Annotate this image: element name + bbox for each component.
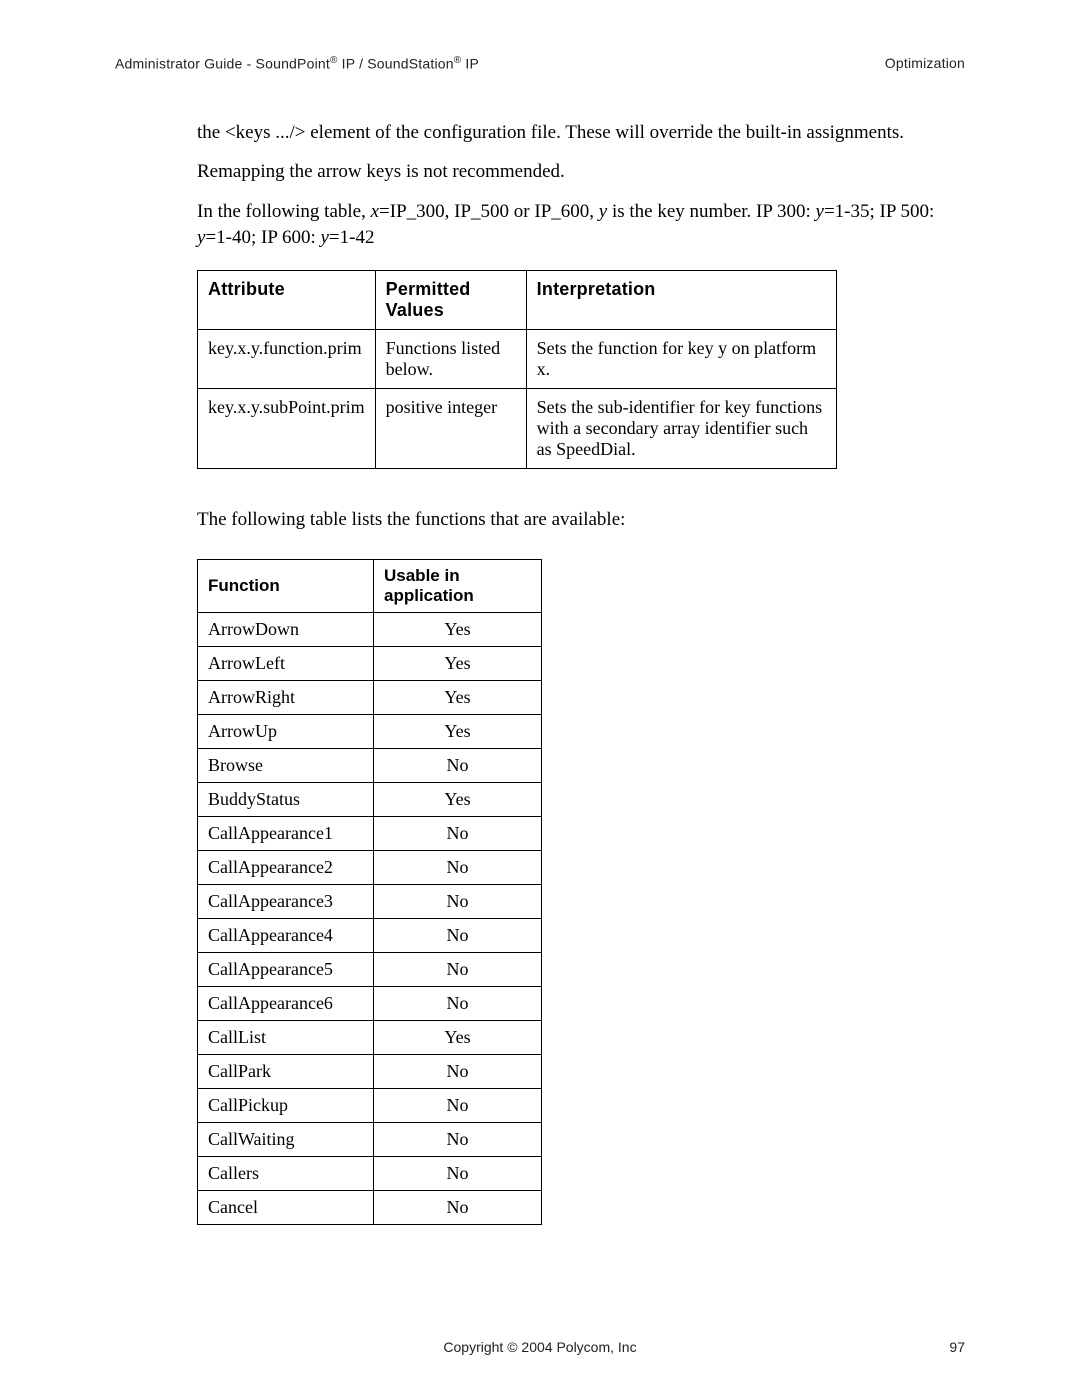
cell-function: CallAppearance3 [198,885,374,919]
cell-usable: Yes [374,681,542,715]
cell-function: CallWaiting [198,1123,374,1157]
cell-function: CallAppearance6 [198,987,374,1021]
paragraph: The following table lists the functions … [197,509,965,531]
function-table: Function Usable in application ArrowDown… [197,559,542,1225]
cell-usable: Yes [374,1021,542,1055]
cell-usable: No [374,953,542,987]
cell-usable: Yes [374,647,542,681]
col-interpretation: Interpretation [526,271,836,330]
table-row: key.x.y.function.primFunctions listed be… [198,330,837,389]
cell-usable: Yes [374,715,542,749]
col-permitted-values: Permitted Values [375,271,526,330]
cell-usable: No [374,749,542,783]
paragraph: the <keys .../> element of the configura… [197,120,965,146]
text-run: is the key number. IP 300: [607,201,815,222]
cell-usable: No [374,1157,542,1191]
page-header: Administrator Guide - SoundPoint® IP / S… [115,55,965,72]
cell-usable: No [374,919,542,953]
cell-function: CallAppearance5 [198,953,374,987]
cell-function: Callers [198,1157,374,1191]
cell-usable: No [374,885,542,919]
cell-function: CallPickup [198,1089,374,1123]
cell-function: CallAppearance4 [198,919,374,953]
page: Administrator Guide - SoundPoint® IP / S… [0,0,1080,1397]
cell-function: ArrowDown [198,613,374,647]
cell-attribute: key.x.y.subPoint.prim [198,389,376,469]
cell-permitted-values: Functions listed below. [375,330,526,389]
cell-function: Cancel [198,1191,374,1225]
cell-function: ArrowLeft [198,647,374,681]
text-run: =1-40; IP 600: [205,227,320,248]
table-row: CallAppearance6No [198,987,542,1021]
col-function: Function [198,560,374,613]
table-row: CallListYes [198,1021,542,1055]
cell-usable: No [374,1055,542,1089]
cell-function: CallPark [198,1055,374,1089]
header-right: Optimization [885,55,965,72]
header-left: Administrator Guide - SoundPoint® IP / S… [115,55,479,72]
cell-usable: No [374,851,542,885]
variable-y: y [599,201,607,222]
col-usable: Usable in application [374,560,542,613]
attribute-table: Attribute Permitted Values Interpretatio… [197,270,837,469]
cell-function: BuddyStatus [198,783,374,817]
table-row: CancelNo [198,1191,542,1225]
table-row: CallWaitingNo [198,1123,542,1157]
cell-usable: Yes [374,783,542,817]
table-row: CallAppearance2No [198,851,542,885]
cell-usable: No [374,1123,542,1157]
header-left-prefix: Administrator Guide - SoundPoint [115,56,330,72]
text-run: =1-35; IP 500: [824,201,934,222]
table-row: ArrowRightYes [198,681,542,715]
cell-permitted-values: positive integer [375,389,526,469]
body-text: the <keys .../> element of the configura… [197,120,965,251]
variable-x: x [371,201,379,222]
table-header-row: Attribute Permitted Values Interpretatio… [198,271,837,330]
table-row: CallPickupNo [198,1089,542,1123]
header-left-suffix: IP [461,56,479,72]
table-row: CallAppearance4No [198,919,542,953]
table-row: CallAppearance5No [198,953,542,987]
cell-function: CallList [198,1021,374,1055]
cell-usable: No [374,817,542,851]
cell-function: ArrowRight [198,681,374,715]
cell-attribute: key.x.y.function.prim [198,330,376,389]
text-run: =1-42 [329,227,375,248]
footer-copyright: Copyright © 2004 Polycom, Inc [0,1339,1080,1355]
cell-usable: Yes [374,613,542,647]
table-row: CallAppearance1No [198,817,542,851]
variable-y: y [816,201,824,222]
cell-interpretation: Sets the function for key y on platform … [526,330,836,389]
header-left-mid: IP / SoundStation [338,56,454,72]
text-run: In the following table, [197,201,371,222]
table-row: ArrowUpYes [198,715,542,749]
col-attribute: Attribute [198,271,376,330]
table-row: CallersNo [198,1157,542,1191]
paragraph: In the following table, x=IP_300, IP_500… [197,199,965,250]
cell-function: ArrowUp [198,715,374,749]
page-number: 97 [949,1339,965,1355]
table-row: CallAppearance3No [198,885,542,919]
table-row: ArrowDownYes [198,613,542,647]
text-run: =IP_300, IP_500 or IP_600, [379,201,599,222]
cell-usable: No [374,1191,542,1225]
cell-interpretation: Sets the sub-identifier for key function… [526,389,836,469]
table-row: ArrowLeftYes [198,647,542,681]
table-row: CallParkNo [198,1055,542,1089]
table-row: BuddyStatusYes [198,783,542,817]
cell-function: Browse [198,749,374,783]
table-row: BrowseNo [198,749,542,783]
paragraph: Remapping the arrow keys is not recommen… [197,159,965,185]
cell-function: CallAppearance2 [198,851,374,885]
cell-usable: No [374,1089,542,1123]
table-row: key.x.y.subPoint.primpositive integerSet… [198,389,837,469]
cell-usable: No [374,987,542,1021]
registered-icon: ® [330,55,338,66]
table-header-row: Function Usable in application [198,560,542,613]
variable-y: y [320,227,328,248]
cell-function: CallAppearance1 [198,817,374,851]
